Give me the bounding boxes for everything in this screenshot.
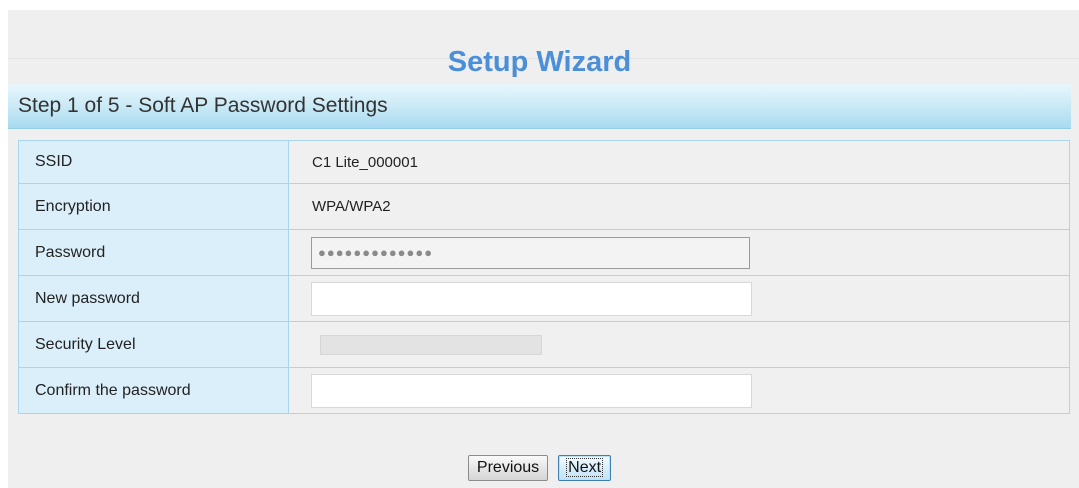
previous-button[interactable]: Previous (467, 455, 549, 481)
security-level-cell (288, 321, 1070, 368)
confirm-password-input[interactable] (311, 373, 752, 408)
password-label: Password (18, 229, 289, 276)
ssid-label: SSID (18, 140, 289, 184)
security-level-label: Security Level (18, 321, 289, 368)
encryption-value: WPA/WPA2 (288, 183, 1070, 230)
wizard-buttons: Previous Next (0, 455, 1079, 481)
ssid-value: C1 Lite_000001 (288, 140, 1070, 184)
page-title: Setup Wizard (447, 46, 632, 78)
table-row-confirm-password: Confirm the password (18, 367, 1070, 414)
encryption-label: Encryption (18, 183, 289, 230)
next-button-label: Next (566, 458, 604, 477)
new-password-label: New password (18, 275, 289, 322)
table-row-password: Password ●●●●●●●●●●●●● (18, 229, 1070, 276)
table-row-ssid: SSID C1 Lite_000001 (18, 140, 1070, 184)
new-password-cell (288, 275, 1070, 322)
next-button[interactable]: Next (558, 455, 612, 481)
current-password-field[interactable]: ●●●●●●●●●●●●● (311, 236, 750, 269)
step-title: Step 1 of 5 - Soft AP Password Settings (18, 94, 388, 117)
table-row-encryption: Encryption WPA/WPA2 (18, 183, 1070, 230)
table-row-security-level: Security Level (18, 321, 1070, 368)
settings-table: SSID C1 Lite_000001 Encryption WPA/WPA2 … (18, 140, 1070, 414)
security-level-meter (320, 334, 542, 355)
confirm-password-cell (288, 367, 1070, 414)
new-password-input[interactable] (311, 281, 752, 316)
password-cell: ●●●●●●●●●●●●● (288, 229, 1070, 276)
table-row-new-password: New password (18, 275, 1070, 322)
confirm-password-label: Confirm the password (18, 367, 289, 414)
step-header-bar: Step 1 of 5 - Soft AP Password Settings (8, 84, 1071, 129)
setup-wizard-page: Setup Wizard Step 1 of 5 - Soft AP Passw… (0, 0, 1079, 488)
